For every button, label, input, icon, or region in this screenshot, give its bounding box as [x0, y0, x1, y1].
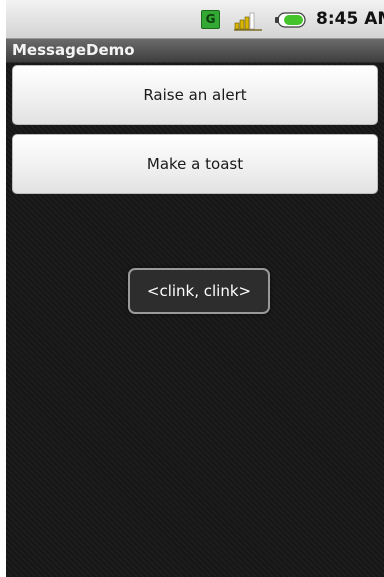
- content-area: Raise an alert Make a toast <clink, clin…: [6, 63, 384, 577]
- phone-screen: G 8:45 AM MessageDemo Raise an alert Mak…: [6, 0, 384, 577]
- make-toast-button[interactable]: Make a toast: [12, 134, 378, 194]
- toast-message: <clink, clink>: [128, 268, 270, 314]
- title-bar: MessageDemo: [6, 39, 384, 63]
- g-indicator-icon: G: [201, 10, 220, 29]
- signal-icon: [234, 12, 262, 31]
- status-time: 8:45 AM: [316, 9, 384, 29]
- status-bar: G 8:45 AM: [6, 0, 384, 39]
- battery-icon: [275, 12, 306, 28]
- app-title: MessageDemo: [12, 41, 135, 59]
- raise-alert-button[interactable]: Raise an alert: [12, 65, 378, 125]
